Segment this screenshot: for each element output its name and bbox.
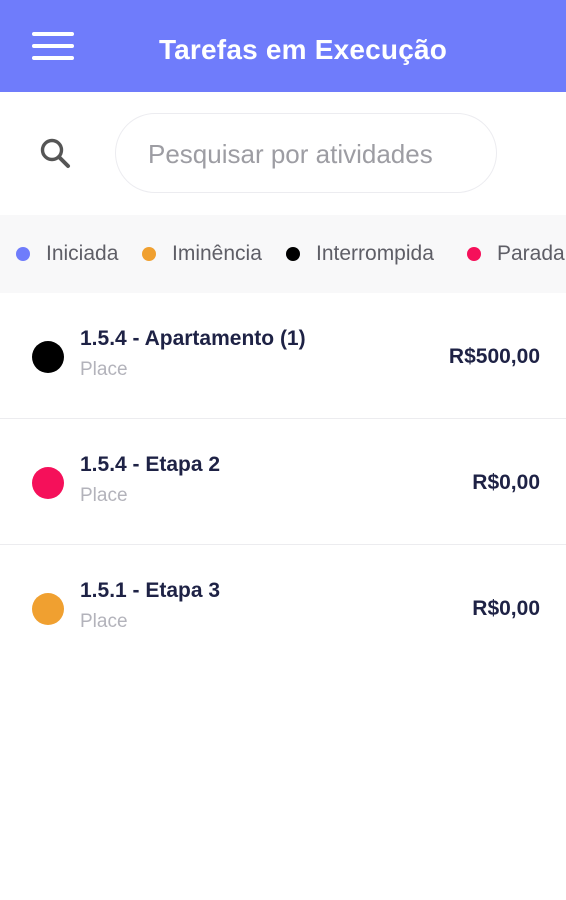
legend-item-iminencia: Iminência — [142, 215, 262, 293]
legend-dot — [467, 247, 481, 261]
task-status-dot — [32, 593, 64, 625]
menu-bar-middle — [32, 44, 74, 48]
task-price: R$0,00 — [472, 597, 540, 620]
task-list-item[interactable]: 1.5.4 - Etapa 2 Place R$0,00 — [0, 419, 566, 545]
legend-item-interrompida: Interrompida — [286, 215, 434, 293]
app-screen: Tarefas em Execução Iniciada Iminência I… — [0, 0, 566, 900]
menu-bar-bottom — [32, 56, 74, 60]
search-field[interactable] — [115, 113, 497, 194]
hamburger-menu-icon[interactable] — [26, 26, 80, 66]
legend-label: Iminência — [172, 242, 262, 265]
task-list-item[interactable]: 1.5.4 - Apartamento (1) Place R$500,00 — [0, 293, 566, 419]
legend-item-iniciada: Iniciada — [16, 215, 118, 293]
task-place: Place — [80, 611, 128, 632]
task-name: 1.5.1 - Etapa 3 — [80, 579, 221, 602]
task-list-item[interactable]: 1.5.1 - Etapa 3 Place R$0,00 — [0, 545, 566, 671]
task-status-dot — [32, 341, 64, 373]
task-place: Place — [80, 359, 128, 380]
menu-bar-top — [32, 32, 74, 36]
task-price: R$500,00 — [448, 345, 540, 368]
search-input[interactable] — [146, 114, 480, 194]
legend-dot — [142, 247, 156, 261]
app-header: Tarefas em Execução — [0, 0, 566, 92]
task-price: R$0,00 — [472, 471, 540, 494]
status-legend: Iniciada Iminência Interrompida Parada — [0, 215, 566, 293]
task-status-dot — [32, 467, 64, 499]
task-name: 1.5.4 - Etapa 2 — [80, 453, 221, 476]
legend-dot — [286, 247, 300, 261]
legend-label: Interrompida — [316, 242, 434, 265]
legend-label: Iniciada — [46, 242, 119, 265]
legend-dot — [16, 247, 30, 261]
legend-item-parada: Parada — [467, 215, 565, 293]
page-title: Tarefas em Execução — [158, 34, 448, 65]
search-icon[interactable] — [36, 134, 76, 174]
task-name: 1.5.4 - Apartamento (1) — [80, 327, 306, 350]
task-place: Place — [80, 485, 128, 506]
legend-label: Parada — [497, 242, 565, 265]
